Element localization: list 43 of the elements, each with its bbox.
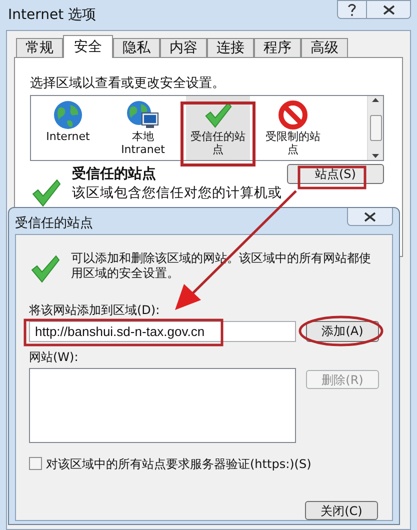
tab[interactable]: 安全	[63, 35, 113, 58]
zone-prompt: 选择区域以查看或更改安全设置。	[30, 75, 226, 93]
zone-label: 受限制的站点	[264, 130, 322, 156]
up-arrow-icon	[372, 98, 379, 102]
checkmark-icon	[29, 252, 61, 284]
zone-item[interactable]: 受限制的站点	[261, 96, 325, 160]
scroll-thumb[interactable]	[370, 114, 382, 140]
scrollbar[interactable]	[367, 96, 383, 160]
question-mark-icon	[348, 4, 356, 16]
zone-label: 本地 Intranet	[120, 130, 166, 156]
close-icon	[364, 212, 376, 222]
tab[interactable]: 连接	[207, 38, 254, 57]
globe-monitor-icon	[126, 100, 160, 130]
add-button[interactable]: 添加(A)	[306, 320, 379, 342]
tab[interactable]: 内容	[160, 38, 207, 57]
sites-label: 网站(W):	[29, 348, 80, 366]
tab[interactable]: 隐私	[113, 38, 160, 57]
dialog-title: 受信任的站点	[15, 215, 93, 233]
help-button[interactable]	[337, 0, 367, 19]
no-entry-icon	[278, 100, 308, 130]
tab[interactable]: 高级	[301, 38, 348, 57]
window-title: Internet 选项	[8, 6, 96, 25]
zone-title: 受信任的站点	[72, 164, 156, 184]
close-button[interactable]	[367, 0, 411, 19]
sites-list[interactable]	[29, 368, 296, 442]
url-field[interactable]: http://banshui.sd-n-tax.gov.cn	[29, 320, 296, 342]
zone-label: Internet	[45, 130, 91, 142]
zone-description: 该区域包含您信任对您的计算机或	[72, 186, 283, 200]
dialog-close-button[interactable]	[347, 208, 393, 226]
close-icon	[382, 4, 394, 14]
add-label: 将该网站添加到区域(D):	[29, 302, 161, 316]
zone-item[interactable]: 受信任的站点	[186, 96, 250, 160]
zone-label: 受信任的站点	[190, 130, 246, 156]
down-arrow-icon	[372, 154, 379, 158]
zone-item[interactable]: Internet	[36, 96, 100, 160]
dialog-close-text-button[interactable]: 关闭(C)	[305, 500, 378, 520]
highlight-frame	[298, 166, 366, 190]
tab[interactable]: 常规	[16, 38, 63, 57]
https-label: 对该区域中的所有站点要求服务器验证(https:)(S)	[46, 456, 312, 472]
zone-item[interactable]: 本地 Intranet	[111, 96, 175, 160]
tab[interactable]: 程序	[254, 38, 301, 57]
globe-icon	[53, 100, 83, 130]
https-checkbox[interactable]	[29, 457, 42, 470]
